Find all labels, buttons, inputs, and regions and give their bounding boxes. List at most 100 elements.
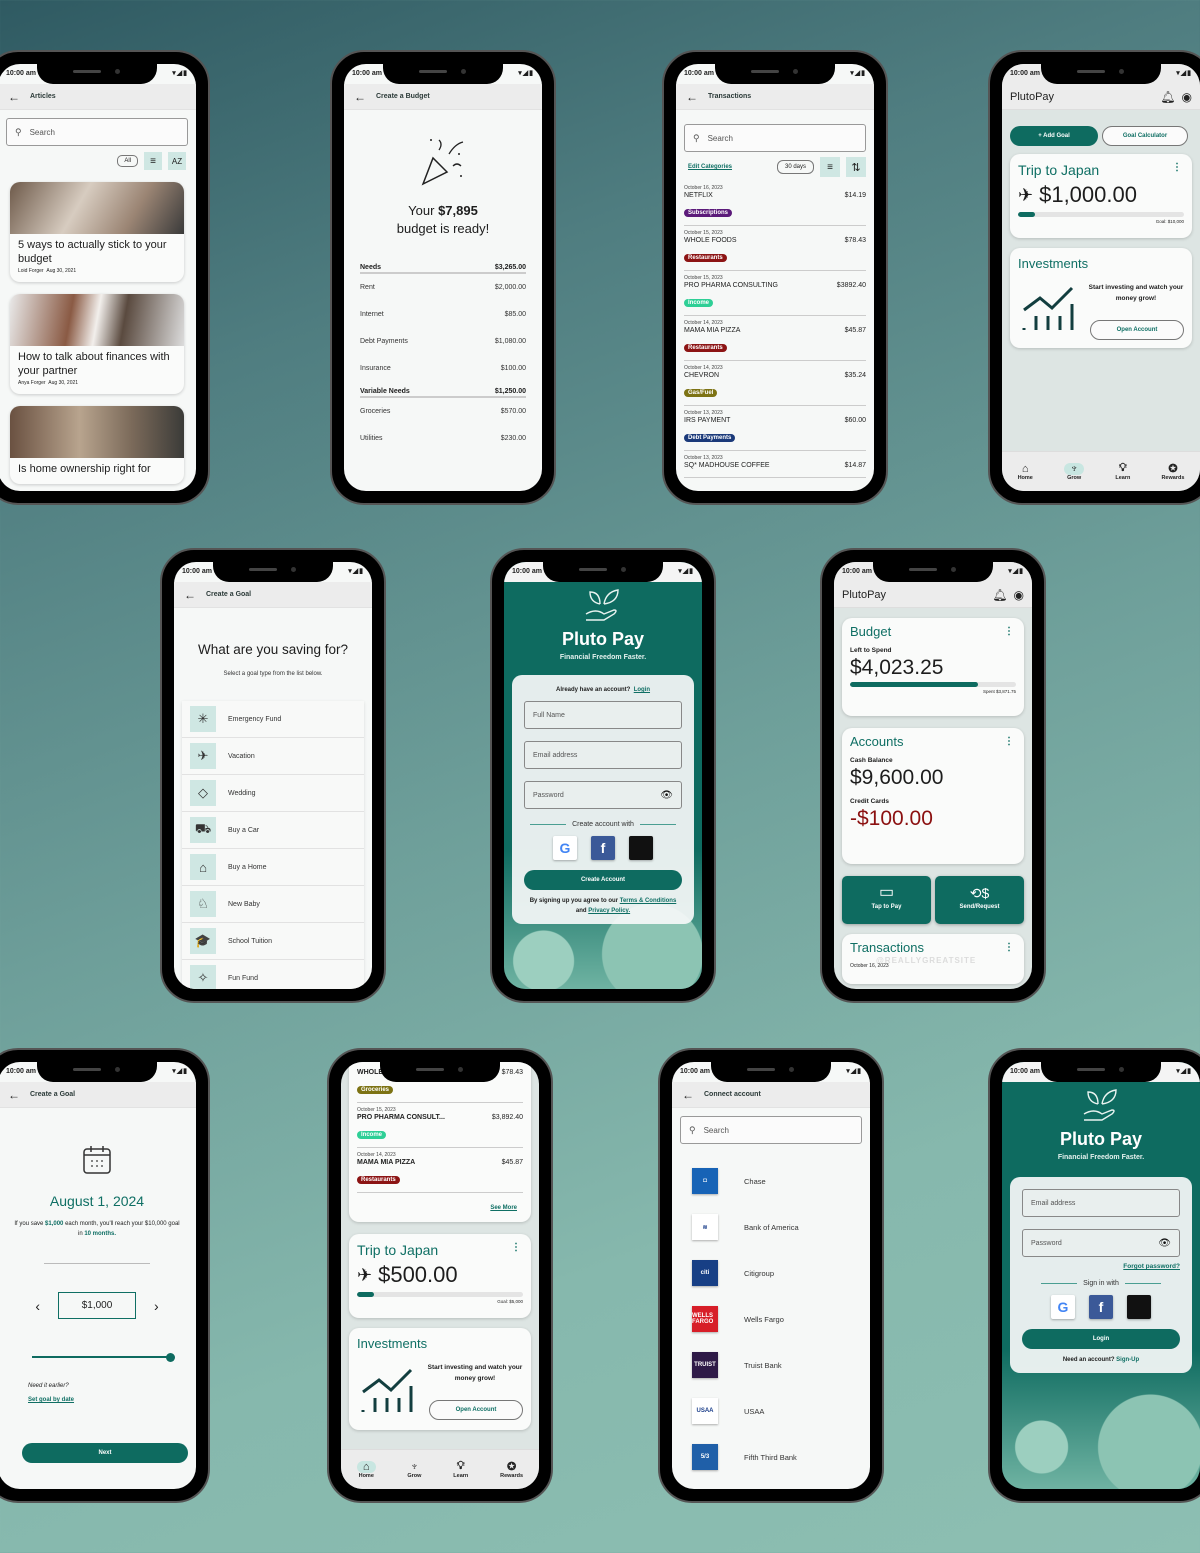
tab-learn[interactable]: 💡︎ Learn — [1109, 460, 1136, 483]
transaction-row[interactable]: October 14, 2023 MAMA MIA PIZZA $45.87 Rest… — [684, 316, 866, 361]
back-arrow-icon[interactable]: ← — [184, 588, 196, 602]
tab-grow[interactable]: ♆ Grow — [1058, 461, 1090, 483]
transactions-card[interactable]: Transactions ⋮ October 16, 2023 @REALLYG… — [842, 934, 1024, 984]
search-input[interactable]: ⚲ Search — [6, 118, 188, 146]
back-arrow-icon[interactable]: ← — [8, 1088, 20, 1102]
transaction-row[interactable]: October 14, 2023 CHEVRON $35.24 Gas/Fuel — [684, 361, 866, 406]
create-account-button[interactable]: Create Account — [524, 870, 682, 890]
terms-link[interactable]: Terms & Conditions — [620, 898, 677, 904]
goal-card[interactable]: Trip to Japan ⋮ ✈ $500.00 Goal: $5,000 — [349, 1234, 531, 1318]
category-chip[interactable]: Debt Payments — [684, 434, 736, 442]
tab-rewards[interactable]: ✪ Rewards — [1155, 460, 1190, 483]
password-input[interactable]: Password 👁︎ — [524, 781, 682, 809]
forgot-password-link[interactable]: Forgot password? — [1022, 1263, 1180, 1270]
next-button[interactable]: Next — [22, 1443, 188, 1463]
article-card[interactable]: Is home ownership right for — [10, 406, 184, 484]
profile-icon[interactable]: ◉ — [1014, 588, 1024, 602]
transactions-card[interactable]: WHOLE $78.43 Groceries October 15, 2023 PRO … — [349, 1062, 531, 1222]
more-options-icon[interactable]: ⋮ — [1172, 162, 1182, 173]
back-arrow-icon[interactable]: ← — [686, 90, 698, 104]
send-request-button[interactable]: ⟲$ Send/Request — [935, 876, 1024, 924]
increase-chevron-icon[interactable]: › — [154, 1298, 159, 1314]
article-card[interactable]: 5 ways to actually stick to your budget … — [10, 182, 184, 282]
transaction-row[interactable]: October 15, 2023 WHOLE FOODS $78.43 Restaur… — [684, 226, 866, 271]
tab-grow[interactable]: ♆ Grow — [401, 1459, 427, 1481]
category-chip[interactable]: Restaurants — [684, 344, 727, 352]
set-goal-by-date-link[interactable]: Set goal by date — [28, 1397, 196, 1403]
more-options-icon[interactable]: ⋮ — [511, 1242, 521, 1253]
bank-option[interactable]: ≋ Bank of America — [672, 1204, 870, 1250]
goal-type-option[interactable]: ✧ Fun Fund — [182, 960, 364, 989]
transaction-row[interactable]: October 13, 2023 SQ* MADHOUSE COFFEE $14.8… — [684, 451, 866, 478]
transaction-row[interactable]: October 16, 2023 NETFLIX $14.19 Subscriptio… — [684, 181, 866, 226]
search-input[interactable]: ⚲ Search — [680, 1116, 862, 1144]
bank-option[interactable]: ◘ Chase — [672, 1158, 870, 1204]
notification-bell-icon[interactable]: 🔔︎ — [992, 588, 1007, 602]
category-chip[interactable]: Restaurants — [684, 254, 727, 262]
category-chip[interactable]: Income — [684, 299, 714, 307]
amount-slider[interactable] — [32, 1353, 175, 1362]
see-more-link[interactable]: See More — [349, 1205, 517, 1211]
email-input[interactable]: Email address — [524, 741, 682, 769]
full-name-input[interactable]: Full Name — [524, 701, 682, 729]
decrease-chevron-icon[interactable]: ‹ — [35, 1298, 40, 1314]
privacy-link[interactable]: Privacy Policy. — [588, 908, 630, 914]
eye-icon[interactable]: 👁︎ — [1158, 1238, 1171, 1249]
category-chip[interactable]: Gas/Fuel — [684, 389, 718, 397]
back-arrow-icon[interactable]: ← — [354, 90, 366, 104]
bank-option[interactable]: TRUIST Truist Bank — [672, 1342, 870, 1388]
date-range-button[interactable]: 30 days — [776, 160, 814, 174]
login-button[interactable]: Login — [1022, 1329, 1180, 1349]
google-icon[interactable]: G — [1051, 1295, 1075, 1319]
bank-option[interactable]: citi Citigroup — [672, 1250, 870, 1296]
search-input[interactable]: ⚲ Search — [684, 124, 866, 152]
transaction-row[interactable]: October 14, 2023 MAMA MIA PIZZA $45.87 Rest… — [357, 1148, 523, 1193]
transaction-row[interactable]: October 15, 2023 PRO PHARMA CONSULTING $38… — [684, 271, 866, 316]
add-goal-button[interactable]: + Add Goal — [1010, 126, 1098, 146]
tab-rewards[interactable]: ✪ Rewards — [494, 1458, 529, 1481]
facebook-icon[interactable]: f — [1089, 1295, 1113, 1319]
login-link[interactable]: Login — [634, 687, 650, 693]
budget-card[interactable]: Budget ⋮ Left to Spend $4,023.25 Spent $… — [842, 618, 1024, 716]
amount-stepper-value[interactable]: $1,000 — [58, 1292, 136, 1319]
back-arrow-icon[interactable]: ← — [8, 90, 20, 104]
eye-icon[interactable]: 👁︎ — [660, 790, 673, 801]
back-arrow-icon[interactable]: ← — [682, 1088, 694, 1102]
goal-card[interactable]: Trip to Japan ⋮ ✈ $1,000.00 Goal: $10,000 — [1010, 154, 1192, 238]
apple-icon[interactable] — [1127, 1295, 1151, 1319]
goal-type-option[interactable]: ♘ New Baby — [182, 886, 364, 923]
apple-icon[interactable] — [629, 836, 653, 860]
more-options-icon[interactable]: ⋮ — [1004, 626, 1014, 637]
category-chip[interactable]: Subscriptions — [684, 209, 733, 217]
tab-home[interactable]: ⌂ Home — [351, 1459, 382, 1481]
edit-categories-link[interactable]: Edit Categories — [688, 164, 771, 170]
transaction-row[interactable]: October 13, 2023 IRS PAYMENT $60.00 Debt Pa… — [684, 406, 866, 451]
category-chip[interactable]: Restaurants — [357, 1176, 400, 1184]
transaction-row[interactable]: October 15, 2023 PRO PHARMA CONSULT... $3,… — [357, 1103, 523, 1148]
google-icon[interactable]: G — [553, 836, 577, 860]
more-options-icon[interactable]: ⋮ — [1004, 942, 1014, 953]
goal-type-option[interactable]: ⛟ Buy a Car — [182, 812, 364, 849]
filter-all-button[interactable]: All — [117, 155, 138, 167]
password-input[interactable]: Password 👁︎ — [1022, 1229, 1180, 1257]
filter-icon[interactable]: ≡ — [820, 157, 840, 177]
bank-option[interactable]: 5/3 Fifth Third Bank — [672, 1434, 870, 1480]
more-options-icon[interactable]: ⋮ — [1004, 736, 1014, 747]
accounts-card[interactable]: Accounts ⋮ Cash Balance $9,600.00 Credit… — [842, 728, 1024, 864]
open-account-button[interactable]: Open Account — [1090, 320, 1184, 340]
filter-icon[interactable]: ≡ — [144, 152, 162, 170]
article-card[interactable]: How to talk about finances with your par… — [10, 294, 184, 394]
profile-icon[interactable]: ◉ — [1182, 90, 1192, 104]
email-input[interactable]: Email address — [1022, 1189, 1180, 1217]
open-account-button[interactable]: Open Account — [429, 1400, 523, 1420]
signup-link[interactable]: Sign-Up — [1116, 1357, 1139, 1363]
notification-bell-icon[interactable]: 🔔︎ — [1160, 90, 1175, 104]
goal-type-option[interactable]: 🎓 School Tuition — [182, 923, 364, 960]
bank-option[interactable]: WELLS FARGO Wells Fargo — [672, 1296, 870, 1342]
bank-option[interactable]: USAA USAA — [672, 1388, 870, 1434]
category-chip[interactable]: Groceries — [357, 1086, 394, 1094]
goal-type-option[interactable]: ⌂ Buy a Home — [182, 849, 364, 886]
slider-knob[interactable] — [166, 1353, 175, 1362]
sort-az-icon[interactable]: AZ — [168, 152, 186, 170]
facebook-icon[interactable]: f — [591, 836, 615, 860]
